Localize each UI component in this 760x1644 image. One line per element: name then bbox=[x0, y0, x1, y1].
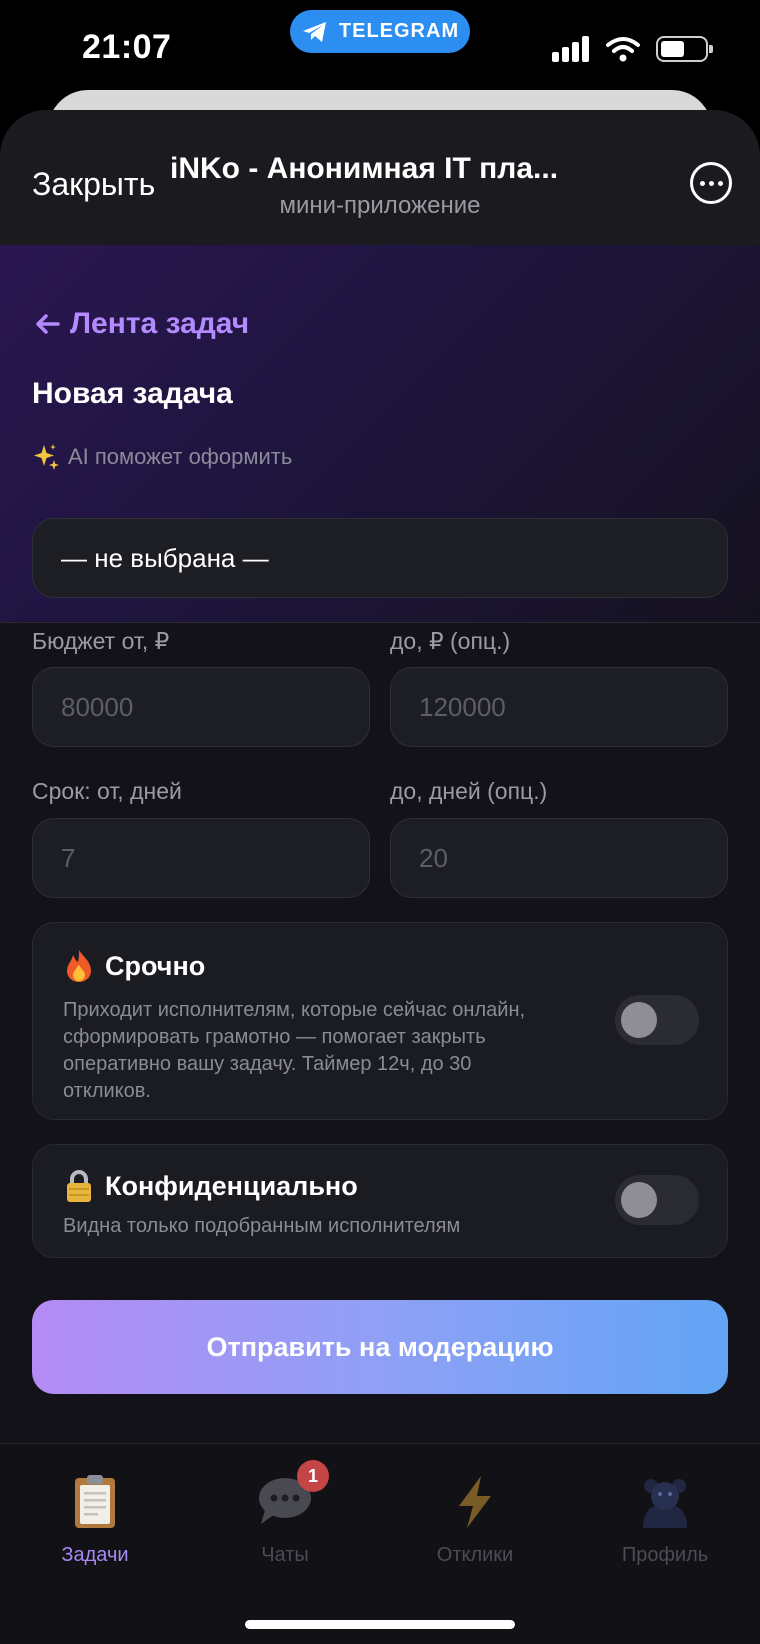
term-from-placeholder: 7 bbox=[61, 842, 76, 873]
avatar-icon bbox=[635, 1474, 695, 1530]
urgent-desc-line: откликов. bbox=[63, 1080, 151, 1102]
lightning-icon bbox=[445, 1474, 505, 1530]
app-title: iNKo - Анонимная IT пла... bbox=[170, 152, 559, 185]
signal-icon bbox=[552, 36, 589, 62]
term-to-label: до, дней (опц.) bbox=[390, 778, 548, 804]
back-link-label: Лента задач bbox=[70, 307, 250, 340]
unread-badge: 1 bbox=[297, 1460, 329, 1492]
urgent-title-text: Срочно bbox=[105, 950, 206, 981]
mini-app-sheet: Закрыть iNKo - Анонимная IT пла... мини-… bbox=[0, 110, 760, 1644]
submit-moderation-button[interactable]: Отправить на модерацию bbox=[32, 1300, 728, 1394]
budget-to-placeholder: 120000 bbox=[419, 691, 506, 722]
telegram-pill[interactable]: TELEGRAM bbox=[290, 10, 470, 53]
confidential-card: Конфиденциально Видна только подобранным… bbox=[32, 1144, 728, 1258]
urgent-toggle[interactable] bbox=[615, 995, 699, 1045]
tab-label: Задачи bbox=[61, 1544, 129, 1566]
term-from-label: Срок: от, дней bbox=[32, 778, 182, 804]
miniapp-header: Закрыть iNKo - Анонимная IT пла... мини-… bbox=[0, 110, 760, 245]
term-to-placeholder: 20 bbox=[419, 842, 448, 873]
urgent-desc-line: оперативно вашу задачу. Таймер 12ч, до 3… bbox=[63, 1053, 472, 1075]
budget-to-label: до, ₽ (опц.) bbox=[390, 628, 511, 654]
confidential-title-text: Конфиденциально bbox=[105, 1170, 358, 1201]
tab-tasks[interactable]: Задачи bbox=[0, 1474, 190, 1567]
category-select-value: — не выбрана — bbox=[61, 542, 269, 573]
tab-label: Чаты bbox=[261, 1544, 309, 1566]
back-link[interactable]: Лента задач bbox=[34, 307, 249, 341]
fire-icon bbox=[67, 950, 91, 982]
budget-from-placeholder: 80000 bbox=[61, 691, 134, 722]
urgent-title: Срочно bbox=[63, 949, 205, 983]
tab-chats[interactable]: 1 Чаты bbox=[190, 1460, 380, 1567]
urgent-description: Приходит исполнителям, которые сейчас он… bbox=[63, 997, 525, 1105]
tab-label: Профиль bbox=[621, 1544, 709, 1566]
more-options-icon[interactable] bbox=[690, 162, 732, 204]
status-icons bbox=[552, 36, 713, 62]
battery-icon bbox=[656, 36, 713, 62]
telegram-label: TELEGRAM bbox=[338, 20, 460, 42]
app-subtitle: мини-приложение bbox=[279, 192, 481, 219]
budget-to-input[interactable]: 120000 bbox=[390, 667, 728, 747]
budget-from-label: Бюджет от, ₽ bbox=[32, 628, 170, 654]
urgent-desc-line: сформировать грамотно — помогает закрыть bbox=[63, 1026, 486, 1048]
confidential-toggle[interactable] bbox=[615, 1175, 699, 1225]
category-select[interactable]: — не выбрана — bbox=[32, 518, 728, 598]
wifi-icon bbox=[606, 37, 640, 62]
toggle-knob bbox=[621, 1182, 657, 1218]
status-time: 21:07 bbox=[82, 28, 172, 66]
tab-label: Отклики bbox=[436, 1544, 514, 1566]
toggle-knob bbox=[621, 1002, 657, 1038]
tab-responses[interactable]: Отклики bbox=[380, 1474, 570, 1567]
confidential-description: Видна только подобранным исполнителям bbox=[63, 1215, 461, 1237]
tab-profile[interactable]: Профиль bbox=[570, 1474, 760, 1567]
lock-icon bbox=[67, 1170, 91, 1202]
telegram-icon bbox=[302, 21, 326, 42]
confidential-title: Конфиденциально bbox=[63, 1169, 358, 1203]
budget-from-input[interactable]: 80000 bbox=[32, 667, 370, 747]
ai-hint: AI поможет оформить bbox=[32, 443, 292, 471]
chat-bubble-icon: 1 bbox=[255, 1460, 329, 1530]
clipboard-icon bbox=[65, 1474, 125, 1530]
arrow-left-icon bbox=[36, 314, 60, 334]
term-from-input[interactable]: 7 bbox=[32, 818, 370, 898]
term-to-input[interactable]: 20 bbox=[390, 818, 728, 898]
sparkles-icon bbox=[34, 444, 59, 470]
urgent-card: Срочно Приходит исполнителям, которые се… bbox=[32, 922, 728, 1120]
bottom-tab-bar: Задачи 1 Чаты Отклики Профиль bbox=[0, 1443, 760, 1644]
ai-hint-text: AI поможет оформить bbox=[68, 444, 293, 469]
status-bar: 21:07 TELEGRAM bbox=[0, 0, 760, 100]
page-title: Новая задача bbox=[32, 377, 233, 410]
home-indicator bbox=[245, 1620, 515, 1629]
urgent-desc-line: Приходит исполнителям, которые сейчас он… bbox=[63, 999, 526, 1021]
